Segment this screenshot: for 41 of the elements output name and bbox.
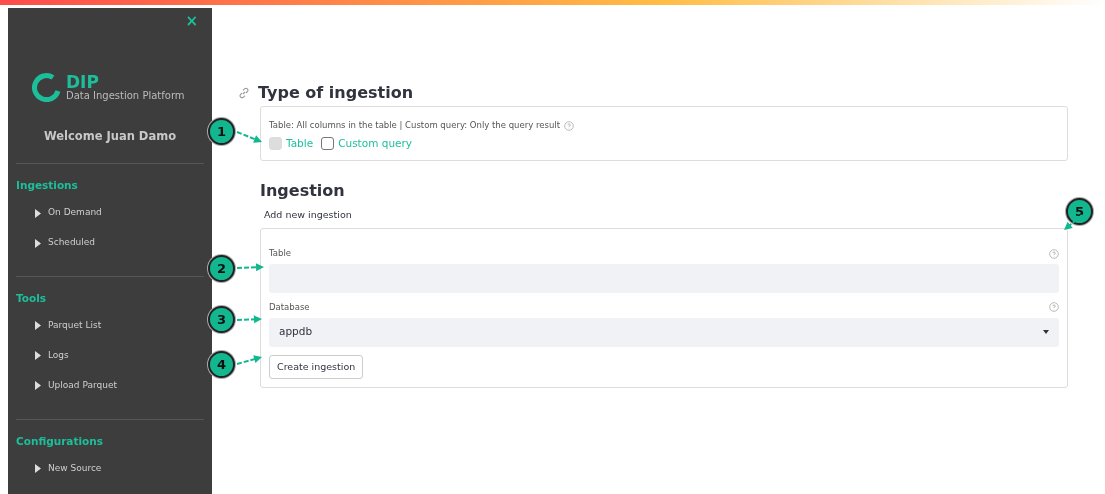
step-number: 4	[208, 351, 235, 378]
select-field[interactable]: appdb	[269, 317, 1059, 347]
step-number: 1	[208, 118, 235, 145]
sidebar-item[interactable]: Scheduled	[8, 228, 212, 258]
help-icon[interactable]	[563, 120, 574, 131]
help-icon[interactable]	[1049, 248, 1059, 259]
help-icon[interactable]	[1049, 302, 1059, 313]
checkbox[interactable]	[321, 137, 335, 151]
triangle-icon	[35, 321, 41, 331]
sidebar-item[interactable]: On Demand	[8, 198, 212, 228]
help-text: Table: All columns in the table | Custom query: Only the query result	[269, 119, 560, 132]
section-title: Configurations	[16, 433, 104, 449]
triangle-icon	[35, 208, 41, 218]
create-button[interactable]: Create ingestion	[269, 354, 364, 379]
triangle-icon	[35, 381, 41, 391]
arrow	[236, 131, 262, 143]
section-heading: Ingestion	[260, 180, 346, 200]
section-title: Ingestions	[16, 178, 79, 194]
triangle-icon	[35, 464, 41, 473]
logo-text: DIP	[66, 73, 99, 91]
arrow	[236, 315, 262, 324]
field-label: Table	[269, 247, 291, 260]
section-title: Tools	[16, 291, 48, 306]
arrow	[236, 263, 264, 272]
arrow	[1064, 214, 1083, 230]
triangle-icon	[35, 351, 41, 361]
caret-icon	[1043, 330, 1049, 335]
step-number: 2	[208, 255, 235, 282]
close-button[interactable]: ×	[185, 14, 198, 29]
link-icon[interactable]	[238, 86, 250, 99]
section-heading: Type of ingestion	[258, 83, 414, 103]
field-label: Database	[269, 300, 310, 314]
subtitle-text: Add new ingestion	[264, 207, 353, 222]
step-number: 5	[1066, 198, 1093, 225]
logo-ring-icon	[32, 72, 62, 102]
arrow	[236, 355, 262, 365]
step-number: 3	[208, 306, 235, 333]
triangle-icon	[35, 238, 41, 248]
welcome-text: Welcome Juan Damo	[42, 128, 178, 145]
sidebar-item[interactable]: New Source	[8, 453, 212, 484]
logo-subtitle: Data Ingestion Platform	[66, 90, 185, 101]
